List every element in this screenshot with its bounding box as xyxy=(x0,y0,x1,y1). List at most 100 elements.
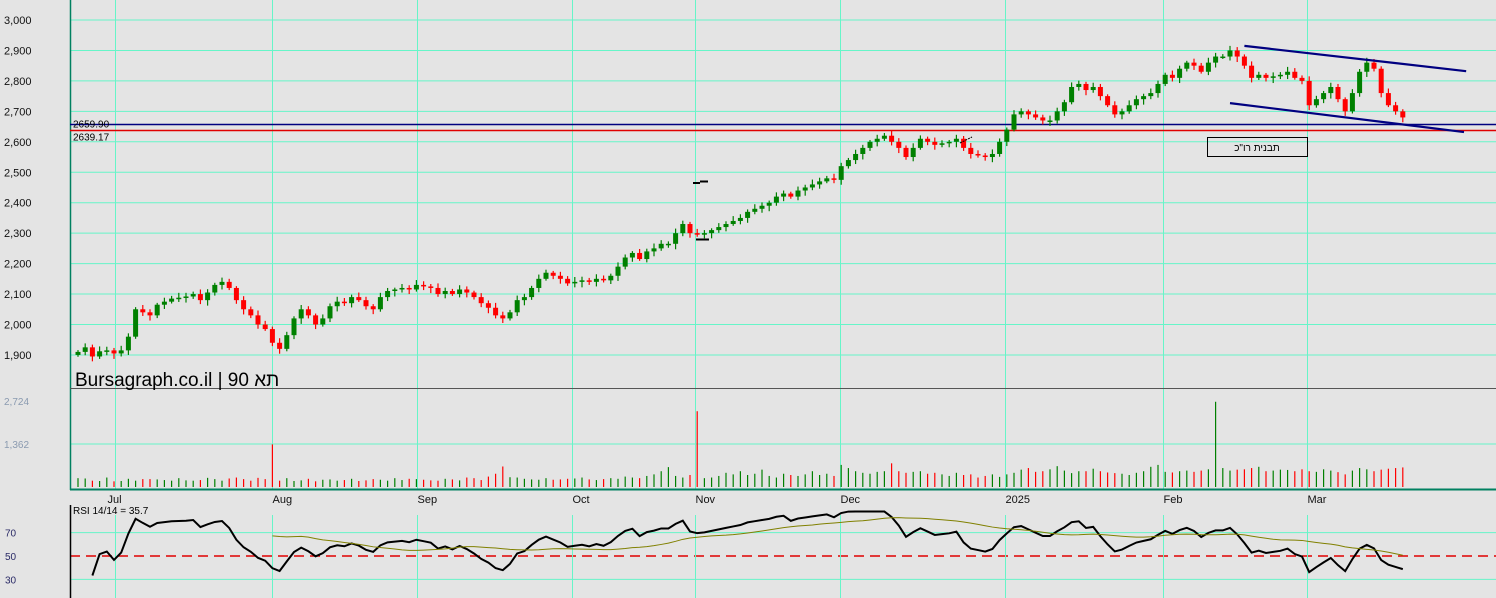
candle-body xyxy=(622,257,628,267)
candle-body xyxy=(536,278,542,288)
month-label: Nov xyxy=(696,494,716,506)
month-label: Aug xyxy=(273,494,293,506)
candle-body xyxy=(1097,86,1103,97)
candle-body xyxy=(1342,99,1348,112)
candle-body xyxy=(1191,62,1197,66)
chart-background xyxy=(0,0,1496,598)
candle-body xyxy=(997,141,1003,154)
candle-body xyxy=(428,286,434,288)
candle-body xyxy=(75,351,81,355)
rsi-tick-label: 50 xyxy=(5,552,17,563)
candle-body xyxy=(1299,77,1305,81)
candle-body xyxy=(284,335,290,349)
rsi-tick-label: 70 xyxy=(5,529,17,540)
candle-body xyxy=(233,287,239,301)
candle-body xyxy=(82,347,88,352)
candle-body xyxy=(925,138,931,142)
candle-body xyxy=(111,350,117,354)
candle-body xyxy=(1004,129,1010,142)
candle-body xyxy=(745,211,751,218)
candle-body xyxy=(413,284,419,290)
candle-body xyxy=(190,294,196,297)
candle-body xyxy=(737,217,743,221)
candle-body xyxy=(197,294,203,301)
candle-body xyxy=(874,138,880,142)
pattern-label: תבנית רו"כ xyxy=(1234,143,1280,154)
candle-body xyxy=(1047,120,1053,122)
candle-body xyxy=(1292,71,1298,78)
candle-body xyxy=(658,243,664,249)
candle-body xyxy=(975,153,981,156)
candle-body xyxy=(104,350,110,352)
candle-body xyxy=(1313,99,1319,106)
candle-body xyxy=(701,233,707,235)
candle-body xyxy=(521,297,527,301)
candle-body xyxy=(723,224,729,228)
candle-body xyxy=(953,138,959,142)
candle-body xyxy=(1393,105,1399,112)
candle-body xyxy=(889,135,895,142)
candle-body xyxy=(269,329,275,343)
candle-body xyxy=(673,233,679,244)
candle-body xyxy=(1025,111,1031,115)
price-tick-label: 3,000 xyxy=(4,15,32,27)
candle-body xyxy=(932,141,938,145)
candle-body xyxy=(1054,111,1060,121)
month-label: Oct xyxy=(573,494,590,506)
candle-body xyxy=(917,138,923,148)
candle-body xyxy=(485,303,491,308)
candle-body xyxy=(637,252,643,260)
candle-body xyxy=(1105,96,1111,106)
candle-body xyxy=(219,281,225,285)
price-tick-label: 2,700 xyxy=(4,106,32,118)
candle-body xyxy=(140,309,146,313)
month-label: Dec xyxy=(841,494,861,506)
candle-body xyxy=(176,297,182,300)
candle-body xyxy=(543,272,549,279)
candle-body xyxy=(831,178,837,180)
candle-body xyxy=(313,315,319,325)
candle-body xyxy=(514,300,520,313)
candle-body xyxy=(1306,80,1312,106)
price-tick-label: 2,800 xyxy=(4,76,32,88)
candle-body xyxy=(248,309,254,316)
candle-body xyxy=(572,281,578,284)
month-label: Jul xyxy=(108,494,122,506)
candle-body xyxy=(406,287,412,290)
candle-body xyxy=(1277,74,1283,77)
stock-chart: 3,000 2,900 2,800 2,700 2,600 2,500 2,400 2,300… xyxy=(0,0,1496,598)
candle-body xyxy=(579,280,585,282)
candle-body xyxy=(118,350,124,354)
candle-body xyxy=(377,297,383,310)
candle-body xyxy=(838,166,844,180)
candle-body xyxy=(399,287,405,290)
candle-body xyxy=(1335,86,1341,100)
candle-body xyxy=(1076,83,1082,87)
candle-body xyxy=(665,243,671,246)
candle-body xyxy=(341,301,347,304)
candle-body xyxy=(644,251,650,260)
candle-body xyxy=(989,153,995,158)
candle-body xyxy=(1263,74,1269,78)
candle-body xyxy=(449,291,455,295)
candle-body xyxy=(334,301,340,307)
candle-body xyxy=(896,141,902,148)
candle-body xyxy=(1256,74,1262,78)
candle-body xyxy=(320,318,326,325)
candle-body xyxy=(781,193,787,197)
candle-body xyxy=(147,312,153,316)
month-label: 2025 xyxy=(1006,494,1030,506)
candle-body xyxy=(370,306,376,310)
candle-body xyxy=(1371,62,1377,69)
candle-body xyxy=(1119,111,1125,115)
candle-body xyxy=(788,193,794,197)
candle-body xyxy=(305,309,311,316)
candle-body xyxy=(557,275,563,279)
candle-body xyxy=(464,289,470,293)
candle-body xyxy=(608,275,614,281)
candle-body xyxy=(730,220,736,225)
price-tick-label: 2,600 xyxy=(4,137,32,149)
candle-body xyxy=(1141,96,1147,100)
candle-body xyxy=(1126,105,1132,112)
candle-body xyxy=(586,280,592,282)
